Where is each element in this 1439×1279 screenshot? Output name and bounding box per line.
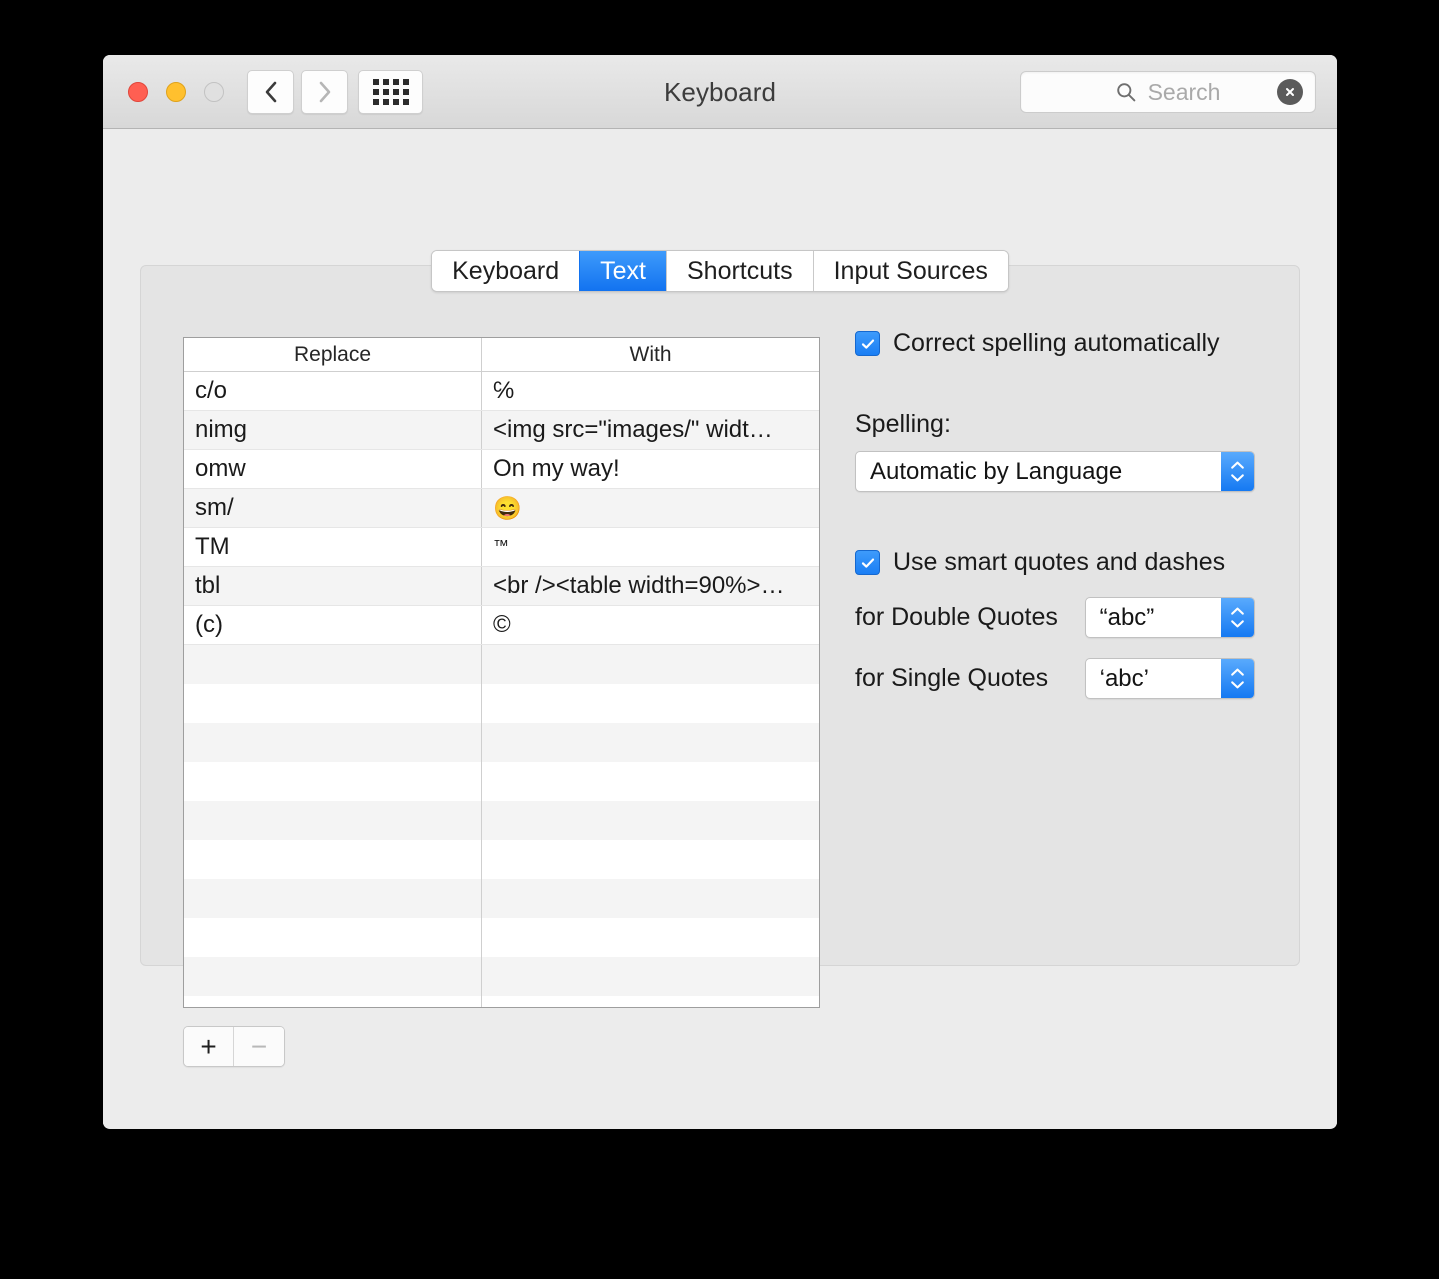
cell-replace — [184, 879, 481, 918]
cell-with: ™ — [481, 528, 819, 566]
spelling-label: Spelling: — [855, 410, 951, 438]
column-header-with[interactable]: With — [481, 338, 819, 371]
single-quotes-popup-button[interactable]: ‘abc’ — [1084, 658, 1255, 699]
cell-replace — [184, 957, 481, 996]
cell-replace — [184, 840, 481, 879]
table-row-empty[interactable] — [184, 879, 819, 918]
cell-replace — [184, 762, 481, 801]
correct-spelling-checkbox-row[interactable]: Correct spelling automatically — [855, 329, 1255, 358]
spelling-popup-button[interactable]: Automatic by Language — [855, 451, 1255, 492]
checkbox-correct-spelling[interactable] — [855, 331, 880, 356]
table-row-empty[interactable] — [184, 723, 819, 762]
table-row[interactable]: omw On my way! — [184, 450, 819, 489]
table-row[interactable]: TM ™ — [184, 528, 819, 567]
correct-spelling-label: Correct spelling automatically — [893, 329, 1220, 357]
table-row[interactable]: nimg <img src="images/" widt… — [184, 411, 819, 450]
cell-replace: nimg — [195, 416, 248, 443]
options-column: Correct spelling automatically Spelling:… — [855, 329, 1255, 699]
table-row-empty[interactable] — [184, 840, 819, 879]
cell-with: <br /><table width=90%>… — [481, 567, 819, 605]
table-row[interactable]: c/o ℅ — [184, 372, 819, 411]
table-row-empty[interactable] — [184, 918, 819, 957]
smart-quotes-label: Use smart quotes and dashes — [893, 548, 1226, 576]
search-icon — [1116, 83, 1135, 102]
table-row-empty[interactable] — [184, 645, 819, 684]
table-row-empty[interactable] — [184, 957, 819, 996]
cell-replace: tbl — [195, 572, 221, 599]
check-icon — [861, 558, 874, 568]
remove-entry-button: − — [234, 1027, 284, 1066]
cell-with — [481, 840, 819, 879]
chevron-updown-icon[interactable] — [1221, 598, 1254, 637]
cell-replace: (c) — [195, 611, 223, 638]
spelling-popup-value: Automatic by Language — [870, 457, 1123, 485]
cell-with — [481, 684, 819, 723]
check-icon — [861, 339, 874, 349]
cell-with — [481, 801, 819, 840]
double-quotes-row: for Double Quotes “abc” — [855, 597, 1255, 638]
add-remove-button-group: + − — [183, 1026, 285, 1067]
cell-replace — [184, 996, 481, 1007]
text-replacement-table[interactable]: Replace With c/o ℅ nimg <img src="images… — [183, 337, 820, 1008]
cell-with — [481, 957, 819, 996]
add-entry-button[interactable]: + — [184, 1027, 234, 1066]
cell-replace: c/o — [195, 377, 228, 404]
table-row-empty[interactable] — [184, 996, 819, 1007]
cell-with: © — [481, 606, 819, 644]
checkbox-smart-quotes[interactable] — [855, 550, 880, 575]
table-row-empty[interactable] — [184, 801, 819, 840]
cell-replace: TM — [195, 533, 230, 560]
table-header-row: Replace With — [184, 338, 819, 372]
smart-quotes-checkbox-row[interactable]: Use smart quotes and dashes — [855, 548, 1255, 577]
cell-with: <img src="images/" widt… — [481, 411, 819, 449]
chevron-updown-icon[interactable] — [1221, 659, 1254, 698]
table-row[interactable]: sm/ 😄 — [184, 489, 819, 528]
cell-with: On my way! — [481, 450, 819, 488]
cell-replace: omw — [195, 455, 246, 482]
chevron-updown-icon[interactable] — [1221, 452, 1254, 491]
tab-text[interactable]: Text — [579, 251, 666, 291]
cell-replace — [184, 645, 481, 684]
cell-with — [481, 645, 819, 684]
double-quotes-value: “abc” — [1099, 603, 1155, 631]
cell-replace — [184, 684, 481, 723]
empty-rows-area[interactable] — [184, 645, 819, 1007]
clear-icon[interactable] — [1277, 79, 1303, 105]
search-input[interactable]: Search — [1148, 79, 1221, 106]
single-quotes-row: for Single Quotes ‘abc’ — [855, 658, 1255, 699]
cell-replace: sm/ — [195, 494, 234, 521]
preferences-window: Keyboard Search Keyboard Text Shortcuts … — [103, 55, 1337, 1129]
window-body: Keyboard Text Shortcuts Input Sources Re… — [103, 129, 1337, 1128]
table-row[interactable]: (c) © — [184, 606, 819, 645]
cell-replace — [184, 801, 481, 840]
window-titlebar: Keyboard Search — [103, 55, 1337, 129]
cell-replace — [184, 723, 481, 762]
cell-with — [481, 918, 819, 957]
single-quotes-label: for Single Quotes — [855, 664, 1049, 692]
cell-with: 😄 — [481, 489, 819, 527]
cell-with — [481, 879, 819, 918]
column-header-replace[interactable]: Replace — [184, 338, 481, 371]
tab-bar: Keyboard Text Shortcuts Input Sources — [103, 250, 1337, 292]
tab-input-sources[interactable]: Input Sources — [812, 251, 1008, 291]
cell-with: ℅ — [481, 372, 819, 410]
single-quotes-value: ‘abc’ — [1099, 664, 1149, 692]
tab-keyboard[interactable]: Keyboard — [432, 251, 580, 291]
double-quotes-popup-button[interactable]: “abc” — [1084, 597, 1255, 638]
search-field[interactable]: Search — [1020, 71, 1316, 113]
table-row[interactable]: tbl <br /><table width=90%>… — [184, 567, 819, 606]
double-quotes-label: for Double Quotes — [855, 603, 1058, 631]
cell-replace — [184, 918, 481, 957]
cell-with — [481, 723, 819, 762]
cell-with — [481, 762, 819, 801]
cell-with — [481, 996, 819, 1007]
tab-shortcuts[interactable]: Shortcuts — [666, 251, 813, 291]
table-row-empty[interactable] — [184, 684, 819, 723]
table-row-empty[interactable] — [184, 762, 819, 801]
